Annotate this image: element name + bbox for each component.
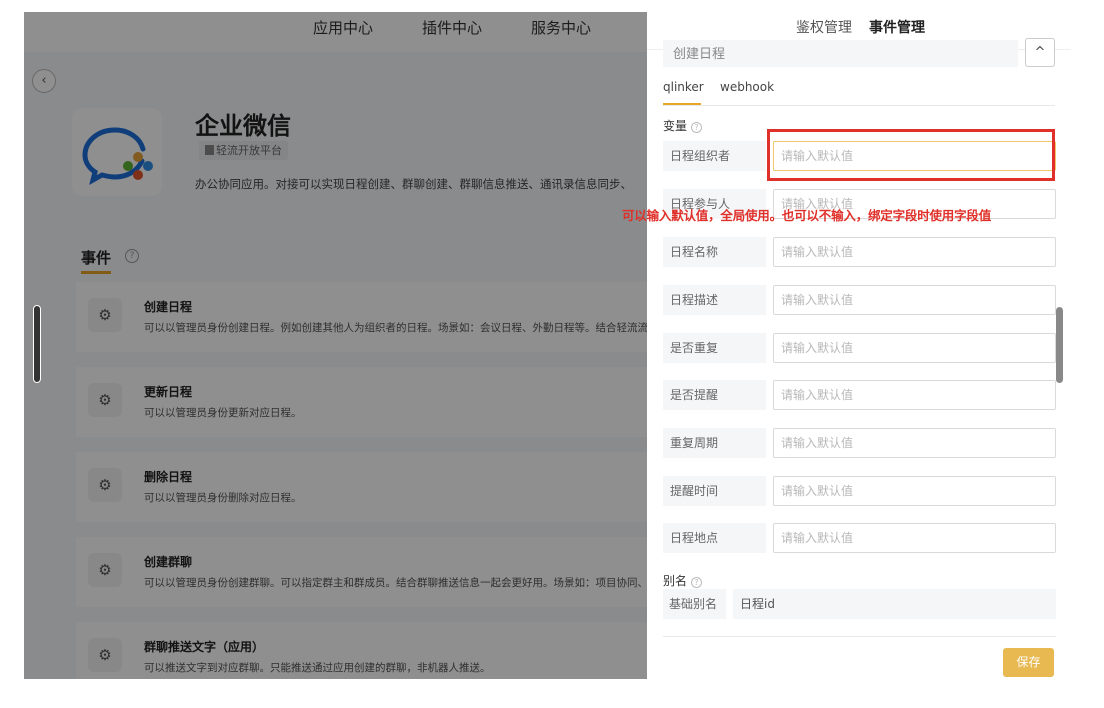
gear-icon: ⚙ [88,553,122,587]
event-name: 群聊推送文字（应用） [144,640,265,654]
gear-icon: ⚙ [88,638,122,672]
help-icon[interactable]: ? [691,122,703,133]
event-card[interactable]: ⚙ 删除日程 可以以管理员身份删除对应日程。 [76,452,647,522]
tab-event-management[interactable]: 事件管理 [869,17,925,37]
variable-label: 日程组织者 [663,141,766,171]
event-desc: 可以推送文字到对应群聊。只能推送通过应用创建的群聊，非机器人推送。 [144,662,491,674]
alias-label: 基础别名 [663,589,726,619]
nav-plugin-center[interactable]: 插件中心 [422,17,482,38]
drawer-scrollbar[interactable] [1056,307,1063,383]
building-icon [205,145,214,155]
alias-value: 日程id [733,589,1056,619]
event-desc: 可以以管理员身份更新对应日程。 [144,407,302,419]
default-value-input[interactable] [773,523,1056,553]
gear-icon: ⚙ [88,468,122,502]
event-card[interactable]: ⚙ 群聊推送文字（应用） 可以推送文字到对应群聊。只能推送通过应用创建的群聊，非… [76,622,647,679]
subtab-webhook[interactable]: webhook [720,80,774,94]
variable-row: 重复周期 [663,428,1056,458]
variable-row: 日程名称 [663,237,1056,267]
default-value-input[interactable] [773,237,1056,267]
platform-badge-label: 轻流开放平台 [216,144,282,157]
default-value-input[interactable] [773,333,1056,363]
events-heading: 事件 [81,249,112,267]
chevron-up-icon: ^ [1034,45,1046,60]
default-value-input[interactable] [773,428,1056,458]
collapse-button[interactable]: ^ [1025,38,1055,67]
event-desc: 可以以管理员身份创建日程。例如创建其他人为组织者的日程。场景如：会议日程、外勤日… [144,322,647,334]
back-button[interactable]: ‹ [32,69,56,93]
variable-label: 日程描述 [663,285,766,315]
help-icon[interactable]: ? [691,577,703,588]
variable-row: 是否提醒 [663,380,1056,410]
event-card[interactable]: ⚙ 更新日程 可以以管理员身份更新对应日程。 [76,367,647,437]
active-subtab-underline [663,103,701,105]
variable-label: 重复周期 [663,428,766,458]
app-header: 企业微信 轻流开放平台 办公协同应用。对接可以实现日程创建、群聊创建、群聊信息推… [24,98,647,206]
variable-label: 日程名称 [663,237,766,267]
events-tab-underline [81,271,111,274]
alias-row: 基础别名 日程id [663,589,1056,619]
default-value-input[interactable] [773,285,1056,315]
event-name: 创建群聊 [144,555,193,569]
variable-row: 是否重复 [663,333,1056,363]
variable-label: 是否提醒 [663,380,766,410]
event-select[interactable]: 创建日程 [663,40,1018,67]
help-icon[interactable]: ? [125,249,139,263]
nav-app-center[interactable]: 应用中心 [313,17,373,38]
event-name: 删除日程 [144,470,193,484]
screen: 应用中心 插件中心 服务中心 ‹ 企业微信 轻流开放平台 办公协同应用。对接可以… [0,0,1104,708]
app-detail-page: 应用中心 插件中心 服务中心 ‹ 企业微信 轻流开放平台 办公协同应用。对接可以… [24,12,647,679]
top-nav: 应用中心 插件中心 服务中心 [24,12,647,52]
alias-section-label: 别名? [663,572,703,589]
annotation-text: 可以输入默认值，全局使用。也可以不输入，绑定字段时使用字段值 [622,208,992,223]
variable-label: 日程地点 [663,523,766,553]
tab-auth-management[interactable]: 鉴权管理 [796,17,852,37]
variable-label: 提醒时间 [663,476,766,506]
wecom-logo-icon [72,108,162,196]
event-card[interactable]: ⚙ 创建群聊 可以以管理员身份创建群聊。可以指定群主和群成员。结合群聊推送信息一… [76,537,647,607]
variable-row: 日程描述 [663,285,1056,315]
annotation-highlight-box [767,129,1055,181]
default-value-input[interactable] [773,476,1056,506]
variables-label: 变量 [663,119,688,133]
event-name: 创建日程 [144,300,193,314]
event-desc: 可以以管理员身份创建群聊。可以指定群主和群成员。结合群聊推送信息一起会更好用。场… [144,577,647,589]
alias-heading: 别名 [663,574,688,588]
app-description: 办公协同应用。对接可以实现日程创建、群聊创建、群聊信息推送、通讯录信息同步、 [195,177,632,191]
gear-icon: ⚙ [88,383,122,417]
page-scrollbar[interactable] [33,305,41,383]
footer-divider [663,636,1056,637]
event-desc: 可以以管理员身份删除对应日程。 [144,492,302,504]
subtab-qlinker[interactable]: qlinker [663,80,704,94]
connector-subtabs: qlinker webhook [663,76,1055,106]
gear-icon: ⚙ [88,298,122,332]
event-name: 更新日程 [144,385,193,399]
variables-section-label: 变量? [663,117,703,134]
app-title: 企业微信 [195,112,291,140]
variable-row: 日程地点 [663,523,1056,553]
event-card[interactable]: ⚙ 创建日程 可以以管理员身份创建日程。例如创建其他人为组织者的日程。场景如：会… [76,282,647,352]
variable-row: 提醒时间 [663,476,1056,506]
default-value-input[interactable] [773,380,1056,410]
event-config-drawer: 鉴权管理 事件管理 创建日程 ^ qlinker webhook 变量? 日程组… [647,0,1071,690]
nav-service-center[interactable]: 服务中心 [531,17,591,38]
platform-badge: 轻流开放平台 [199,141,288,160]
variable-label: 是否重复 [663,333,766,363]
save-button[interactable]: 保存 [1003,648,1054,677]
